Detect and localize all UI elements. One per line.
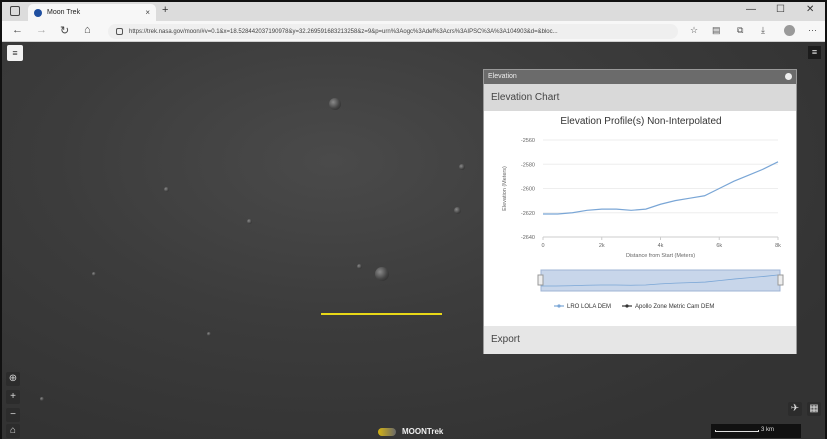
x-axis-title: Distance from Start (Meters) <box>626 253 695 259</box>
home-button[interactable]: ⌂ <box>84 24 91 36</box>
tab-bar: Moon Trek × + — ☐ ✕ <box>2 2 825 21</box>
tab-moon-trek[interactable]: Moon Trek × <box>28 4 156 21</box>
crater <box>164 187 169 192</box>
zoom-in-button[interactable]: + <box>6 390 20 404</box>
x-tick-label: 8k <box>775 243 781 249</box>
moontrek-logo-mark <box>378 427 396 436</box>
tab-close-icon[interactable]: × <box>145 8 150 17</box>
x-tick-label: 4k <box>658 243 664 249</box>
crater <box>454 207 461 214</box>
legend-marker-lro-lola <box>557 304 561 308</box>
elevation-chart-header[interactable]: Elevation Chart <box>484 84 796 111</box>
export-button[interactable]: Export <box>484 326 796 354</box>
x-tick-label: 2k <box>599 243 605 249</box>
series-line-lro-lola <box>543 161 779 215</box>
scale-label: 3 km <box>761 427 775 433</box>
downloads-icon[interactable]: ⤓ <box>761 25 765 36</box>
reload-button[interactable]: ↻ <box>60 24 69 37</box>
y-tick-label: -2620 <box>521 211 535 217</box>
crater <box>207 332 211 336</box>
panel-title: Elevation <box>488 73 517 80</box>
forward-button[interactable]: → <box>36 24 47 36</box>
profile-avatar[interactable] <box>784 25 795 36</box>
y-tick-label: -2640 <box>521 235 535 241</box>
y-tick-label: -2560 <box>521 138 535 144</box>
chart-title: Elevation Profile(s) Non-Interpolated <box>560 116 721 127</box>
map-home-button[interactable]: ⌂ <box>6 424 20 438</box>
y-axis-title: Elevation (Meters) <box>502 166 508 211</box>
minimize-button[interactable]: — <box>746 4 756 15</box>
crater <box>375 267 389 281</box>
crater <box>247 219 252 224</box>
range-navigator <box>540 269 781 292</box>
crater <box>92 272 96 276</box>
maximize-button[interactable]: ☐ <box>776 4 785 15</box>
navigator-right-handle <box>777 274 784 286</box>
back-button[interactable]: ← <box>12 24 23 36</box>
tab-actions-icon[interactable] <box>10 6 20 16</box>
extensions-icon[interactable]: ⧉ <box>737 25 743 36</box>
basemap-button[interactable]: ▦ <box>807 402 821 416</box>
crater <box>459 164 465 170</box>
elevation-panel: Elevation Elevation Chart Elevation Prof… <box>483 69 797 354</box>
scale-bar: 3 km <box>711 424 801 438</box>
browser-window: Moon Trek × + — ☐ ✕ ← → ↻ ⌂ https://trek… <box>0 0 827 439</box>
url-field[interactable]: https://trek.nasa.gov/moon/#v=0.1&x=18.5… <box>108 24 678 39</box>
panel-title-bar[interactable]: Elevation <box>484 70 796 84</box>
address-bar: ← → ↻ ⌂ https://trek.nasa.gov/moon/#v=0.… <box>2 21 825 42</box>
collections-icon[interactable]: ▤ <box>712 25 721 36</box>
x-tick-label: 6k <box>716 243 722 249</box>
legend-marker-apollo <box>625 304 629 308</box>
lock-icon <box>116 28 123 35</box>
navigator-left-handle <box>537 274 544 286</box>
tab-title: Moon Trek <box>47 9 81 16</box>
close-window-button[interactable]: ✕ <box>806 4 814 15</box>
zoom-out-button[interactable]: − <box>6 408 20 422</box>
nasa-favicon-icon <box>34 8 42 17</box>
crater <box>40 397 44 401</box>
panel-close-icon[interactable] <box>785 73 792 80</box>
legend-label-apollo: Apollo Zone Metric Cam DEM <box>635 304 714 310</box>
elevation-profile-path[interactable] <box>321 313 442 315</box>
chart-area: Elevation Profile(s) Non-Interpolated -25… <box>484 111 796 326</box>
new-tab-button[interactable]: + <box>162 4 168 16</box>
favorite-star-icon[interactable]: ☆ <box>690 25 698 36</box>
layers-button[interactable]: ≡ <box>7 45 23 61</box>
more-options-icon[interactable]: ⋯ <box>808 25 817 36</box>
main-menu-button[interactable]: ≡ <box>808 46 821 59</box>
elevation-chart[interactable]: Elevation Profile(s) Non-Interpolated -25… <box>484 111 796 326</box>
y-tick-label: -2580 <box>521 162 535 168</box>
scale-bar-line <box>715 430 759 432</box>
measure-tool-button[interactable]: ✈ <box>788 402 802 416</box>
url-text: https://trek.nasa.gov/moon/#v=0.1&x=18.5… <box>129 28 558 35</box>
moontrek-logo: MOONTrek <box>378 427 443 436</box>
y-tick-label: -2600 <box>521 187 535 193</box>
legend-label-lro-lola: LRO LOLA DEM <box>567 304 611 310</box>
crater <box>329 98 341 110</box>
locate-button[interactable]: ⊕ <box>6 372 20 386</box>
logo-text: MOONTrek <box>402 427 444 436</box>
x-tick-label: 0 <box>541 243 544 249</box>
crater <box>357 264 362 269</box>
